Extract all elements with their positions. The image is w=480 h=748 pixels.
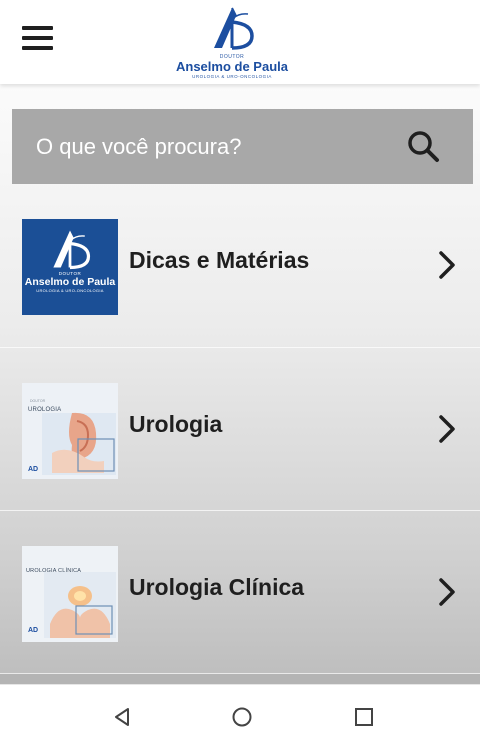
hamburger-menu-icon[interactable] [22, 26, 54, 52]
kidney-illustration-icon: AD [22, 383, 118, 479]
search-input[interactable] [36, 133, 396, 161]
logo-tagline: UROLOGIA & URO-ONCOLOGIA [192, 74, 272, 79]
list-divider [0, 673, 480, 684]
back-triangle-icon[interactable] [110, 705, 134, 729]
thumb-title: UROLOGIA [28, 407, 62, 413]
chevron-right-icon [439, 415, 455, 443]
svg-text:AD: AD [28, 627, 38, 634]
thumb-brand-name: Anselmo de Paula [24, 276, 116, 288]
category-thumbnail-urologia: AD DOUTOR UROLOGIA [22, 383, 118, 479]
logo-monogram-icon [214, 7, 254, 50]
category-label: Urologia Clínica [129, 574, 305, 600]
system-navigation-bar [0, 684, 480, 748]
recents-square-icon[interactable] [352, 705, 376, 729]
search-bar[interactable] [12, 109, 473, 184]
content-area: DOUTOR Anselmo de Paula UROLOGIA & URO-O… [0, 84, 480, 684]
hands-illustration-icon: AD [22, 546, 118, 642]
home-circle-icon[interactable] [230, 705, 254, 729]
thumb-tagline: UROLOGIA & URO-ONCOLOGIA [36, 288, 104, 293]
thumb-title: UROLOGIA CLÍNICA [26, 568, 82, 574]
search-icon[interactable] [405, 128, 441, 164]
chevron-right-icon [439, 251, 455, 279]
brand-logo[interactable]: DOUTOR Anselmo de Paula UROLOGIA & URO-O… [172, 2, 292, 82]
category-thumbnail-brand: DOUTOR Anselmo de Paula UROLOGIA & URO-O… [22, 219, 118, 315]
category-label: Dicas e Matérias [129, 247, 310, 273]
category-item-dicas-e-materias[interactable]: DOUTOR Anselmo de Paula UROLOGIA & URO-O… [0, 184, 480, 346]
chevron-right-icon [439, 578, 455, 606]
app-header: DOUTOR Anselmo de Paula UROLOGIA & URO-O… [0, 0, 480, 84]
category-thumbnail-urologia-clinica: AD UROLOGIA CLÍNICA [22, 546, 118, 642]
category-item-urologia-clinica[interactable]: AD UROLOGIA CLÍNICA Urologia Clínica [0, 510, 480, 672]
category-item-urologia[interactable]: AD DOUTOR UROLOGIA Urologia [0, 347, 480, 509]
logo-monogram-icon [53, 230, 91, 270]
logo-name: Anselmo de Paula [176, 59, 288, 74]
thumb-subtitle: DOUTOR [30, 399, 46, 403]
category-label: Urologia [129, 411, 223, 437]
svg-text:AD: AD [28, 466, 38, 473]
